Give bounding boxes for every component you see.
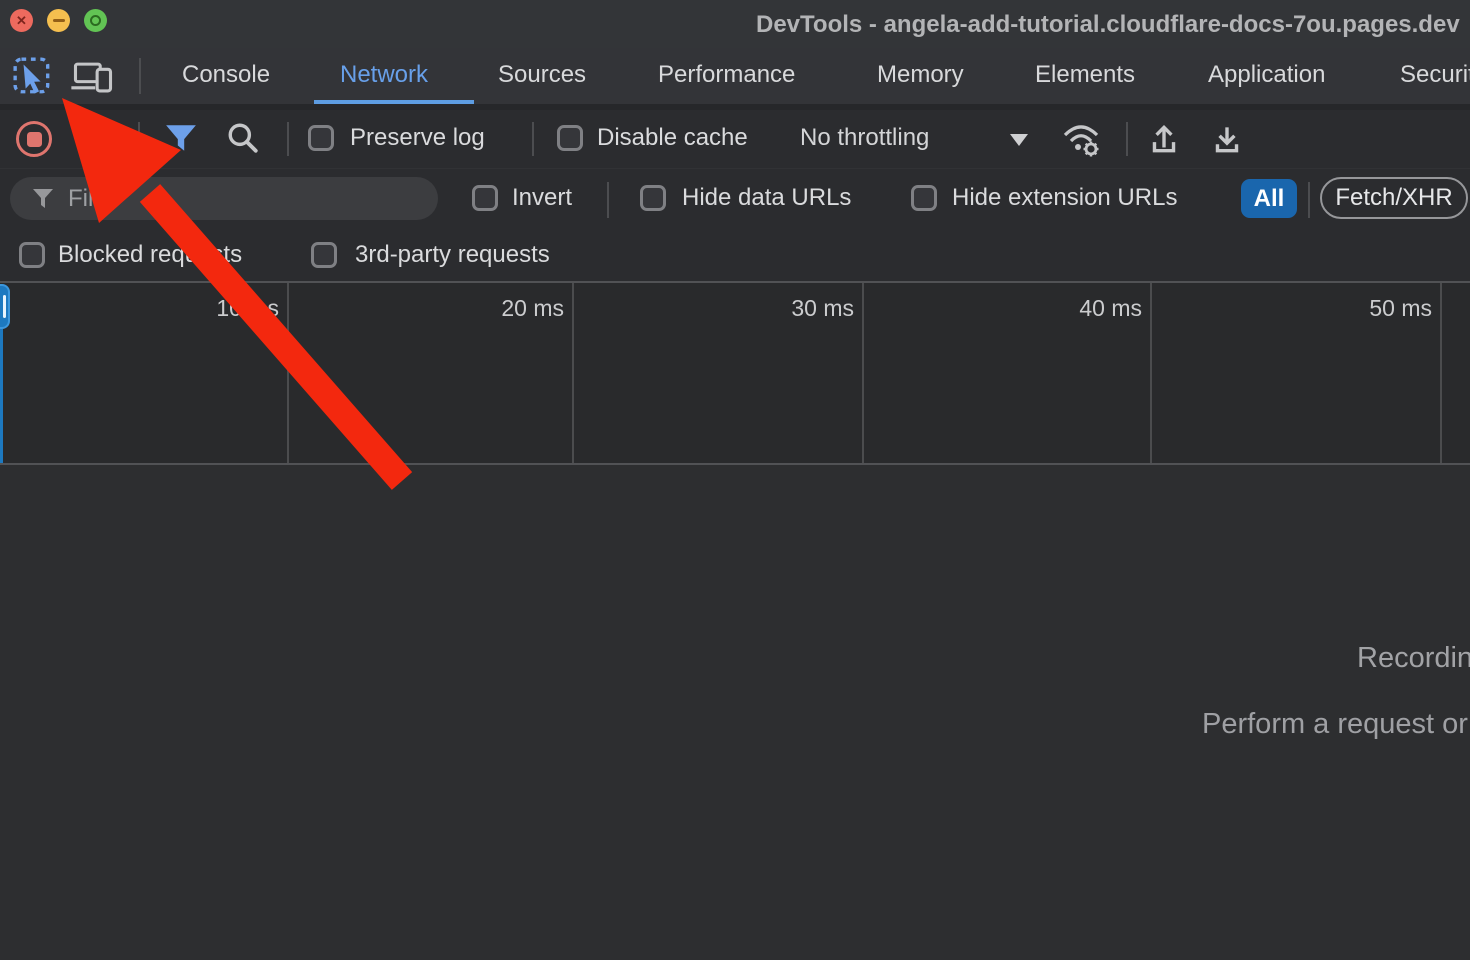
toolbar-separator	[138, 122, 140, 156]
import-har-icon	[1209, 121, 1245, 157]
timeline-gridline	[862, 283, 864, 463]
overview-grip-icon	[3, 295, 6, 318]
window-title: DevTools - angela-add-tutorial.cloudflar…	[756, 11, 1460, 39]
invert-label: Invert	[512, 184, 572, 212]
stop-recording-button[interactable]	[16, 121, 52, 157]
preserve-log-label: Preserve log	[350, 124, 485, 152]
clear-network-log-button[interactable]	[77, 123, 107, 153]
active-tab-underline	[314, 100, 474, 104]
recording-status-text: Recording network activity…	[1357, 642, 1470, 675]
tab-memory[interactable]: Memory	[877, 61, 964, 89]
hide-extension-urls-label: Hide extension URLs	[952, 184, 1177, 212]
zoom-icon	[90, 15, 101, 26]
inspect-cursor-icon	[12, 56, 54, 96]
disable-cache-checkbox[interactable]	[557, 125, 583, 151]
record-stop-icon	[27, 132, 42, 147]
perform-request-hint-text: Perform a request or hit ⌘ R to record t…	[1202, 706, 1470, 741]
network-conditions-icon	[1058, 118, 1104, 160]
network-filter-bar: Invert Hide data URLs Hide extension URL…	[0, 168, 1470, 228]
network-toolbar: Preserve log Disable cache No throttling	[0, 110, 1470, 168]
blocked-requests-label: Blocked requests	[58, 241, 242, 269]
filter-separator	[607, 182, 609, 218]
window-titlebar: ✕ DevTools - angela-add-tutorial.cloudfl…	[0, 0, 1470, 48]
hide-extension-urls-checkbox[interactable]	[911, 185, 937, 211]
network-filter-bar-row2: Blocked requests 3rd-party requests	[0, 228, 1470, 281]
devtools-tabbar: Console Network Sources Performance Memo…	[0, 48, 1470, 110]
filter-funnel-icon	[164, 122, 198, 154]
network-requests-panel: Recording network activity… Perform a re…	[0, 465, 1470, 960]
preserve-log-checkbox[interactable]	[308, 125, 334, 151]
disable-cache-label: Disable cache	[597, 124, 748, 152]
filter-funnel-small-icon	[32, 187, 54, 211]
search-icon	[226, 121, 260, 155]
filter-separator	[1308, 182, 1310, 218]
timeline-gridline	[1150, 283, 1152, 463]
close-window-button[interactable]: ✕	[10, 9, 33, 32]
request-type-all-button[interactable]: All	[1241, 179, 1297, 218]
toolbar-separator	[532, 122, 534, 156]
network-conditions-button[interactable]	[1058, 118, 1104, 160]
timeline-gridline	[572, 283, 574, 463]
minimize-window-button[interactable]	[47, 9, 70, 32]
inspect-element-button[interactable]	[12, 56, 54, 96]
tab-security[interactable]: Security	[1400, 61, 1470, 89]
import-har-button[interactable]	[1209, 121, 1245, 157]
export-har-button[interactable]	[1146, 121, 1182, 157]
tab-application[interactable]: Application	[1208, 61, 1325, 89]
tab-sources[interactable]: Sources	[498, 61, 586, 89]
timeline-tick-50ms: 50 ms	[1328, 295, 1432, 322]
export-har-icon	[1146, 121, 1182, 157]
timeline-tick-10ms: 10 ms	[175, 295, 279, 322]
search-button[interactable]	[226, 121, 260, 155]
timeline-gridline	[287, 283, 289, 463]
timeline-tick-40ms: 40 ms	[1038, 295, 1142, 322]
tab-network[interactable]: Network	[340, 61, 428, 89]
filter-input-container	[10, 177, 438, 220]
toolbar-separator	[287, 122, 289, 156]
hide-data-urls-checkbox[interactable]	[640, 185, 666, 211]
third-party-requests-label: 3rd-party requests	[355, 241, 550, 269]
network-overview-timeline: 10 ms 20 ms 30 ms 40 ms 50 ms	[0, 281, 1470, 465]
filter-input[interactable]	[66, 181, 420, 217]
request-type-fetch-xhr-button[interactable]: Fetch/XHR	[1320, 177, 1468, 219]
invert-checkbox[interactable]	[472, 185, 498, 211]
clear-icon	[82, 128, 103, 149]
toolbar-separator	[1126, 122, 1128, 156]
tab-console[interactable]: Console	[182, 61, 270, 89]
timeline-gridline	[1440, 283, 1442, 463]
device-toolbar-icon	[70, 60, 116, 94]
tabbar-separator	[139, 58, 141, 94]
overview-drag-handle[interactable]	[0, 284, 10, 329]
throttling-select[interactable]: No throttling	[800, 124, 929, 152]
third-party-requests-checkbox[interactable]	[311, 242, 337, 268]
tab-elements[interactable]: Elements	[1035, 61, 1135, 89]
minimize-icon	[53, 19, 65, 22]
hide-data-urls-label: Hide data URLs	[682, 184, 851, 212]
toggle-device-toolbar-button[interactable]	[70, 60, 116, 94]
throttling-caret-icon[interactable]	[1010, 134, 1028, 146]
overview-selection-edge	[0, 329, 3, 463]
zoom-window-button[interactable]	[84, 9, 107, 32]
filter-toggle-button[interactable]	[164, 122, 198, 154]
tab-performance[interactable]: Performance	[658, 61, 795, 89]
blocked-requests-checkbox[interactable]	[19, 242, 45, 268]
timeline-tick-20ms: 20 ms	[460, 295, 564, 322]
timeline-tick-30ms: 30 ms	[750, 295, 854, 322]
